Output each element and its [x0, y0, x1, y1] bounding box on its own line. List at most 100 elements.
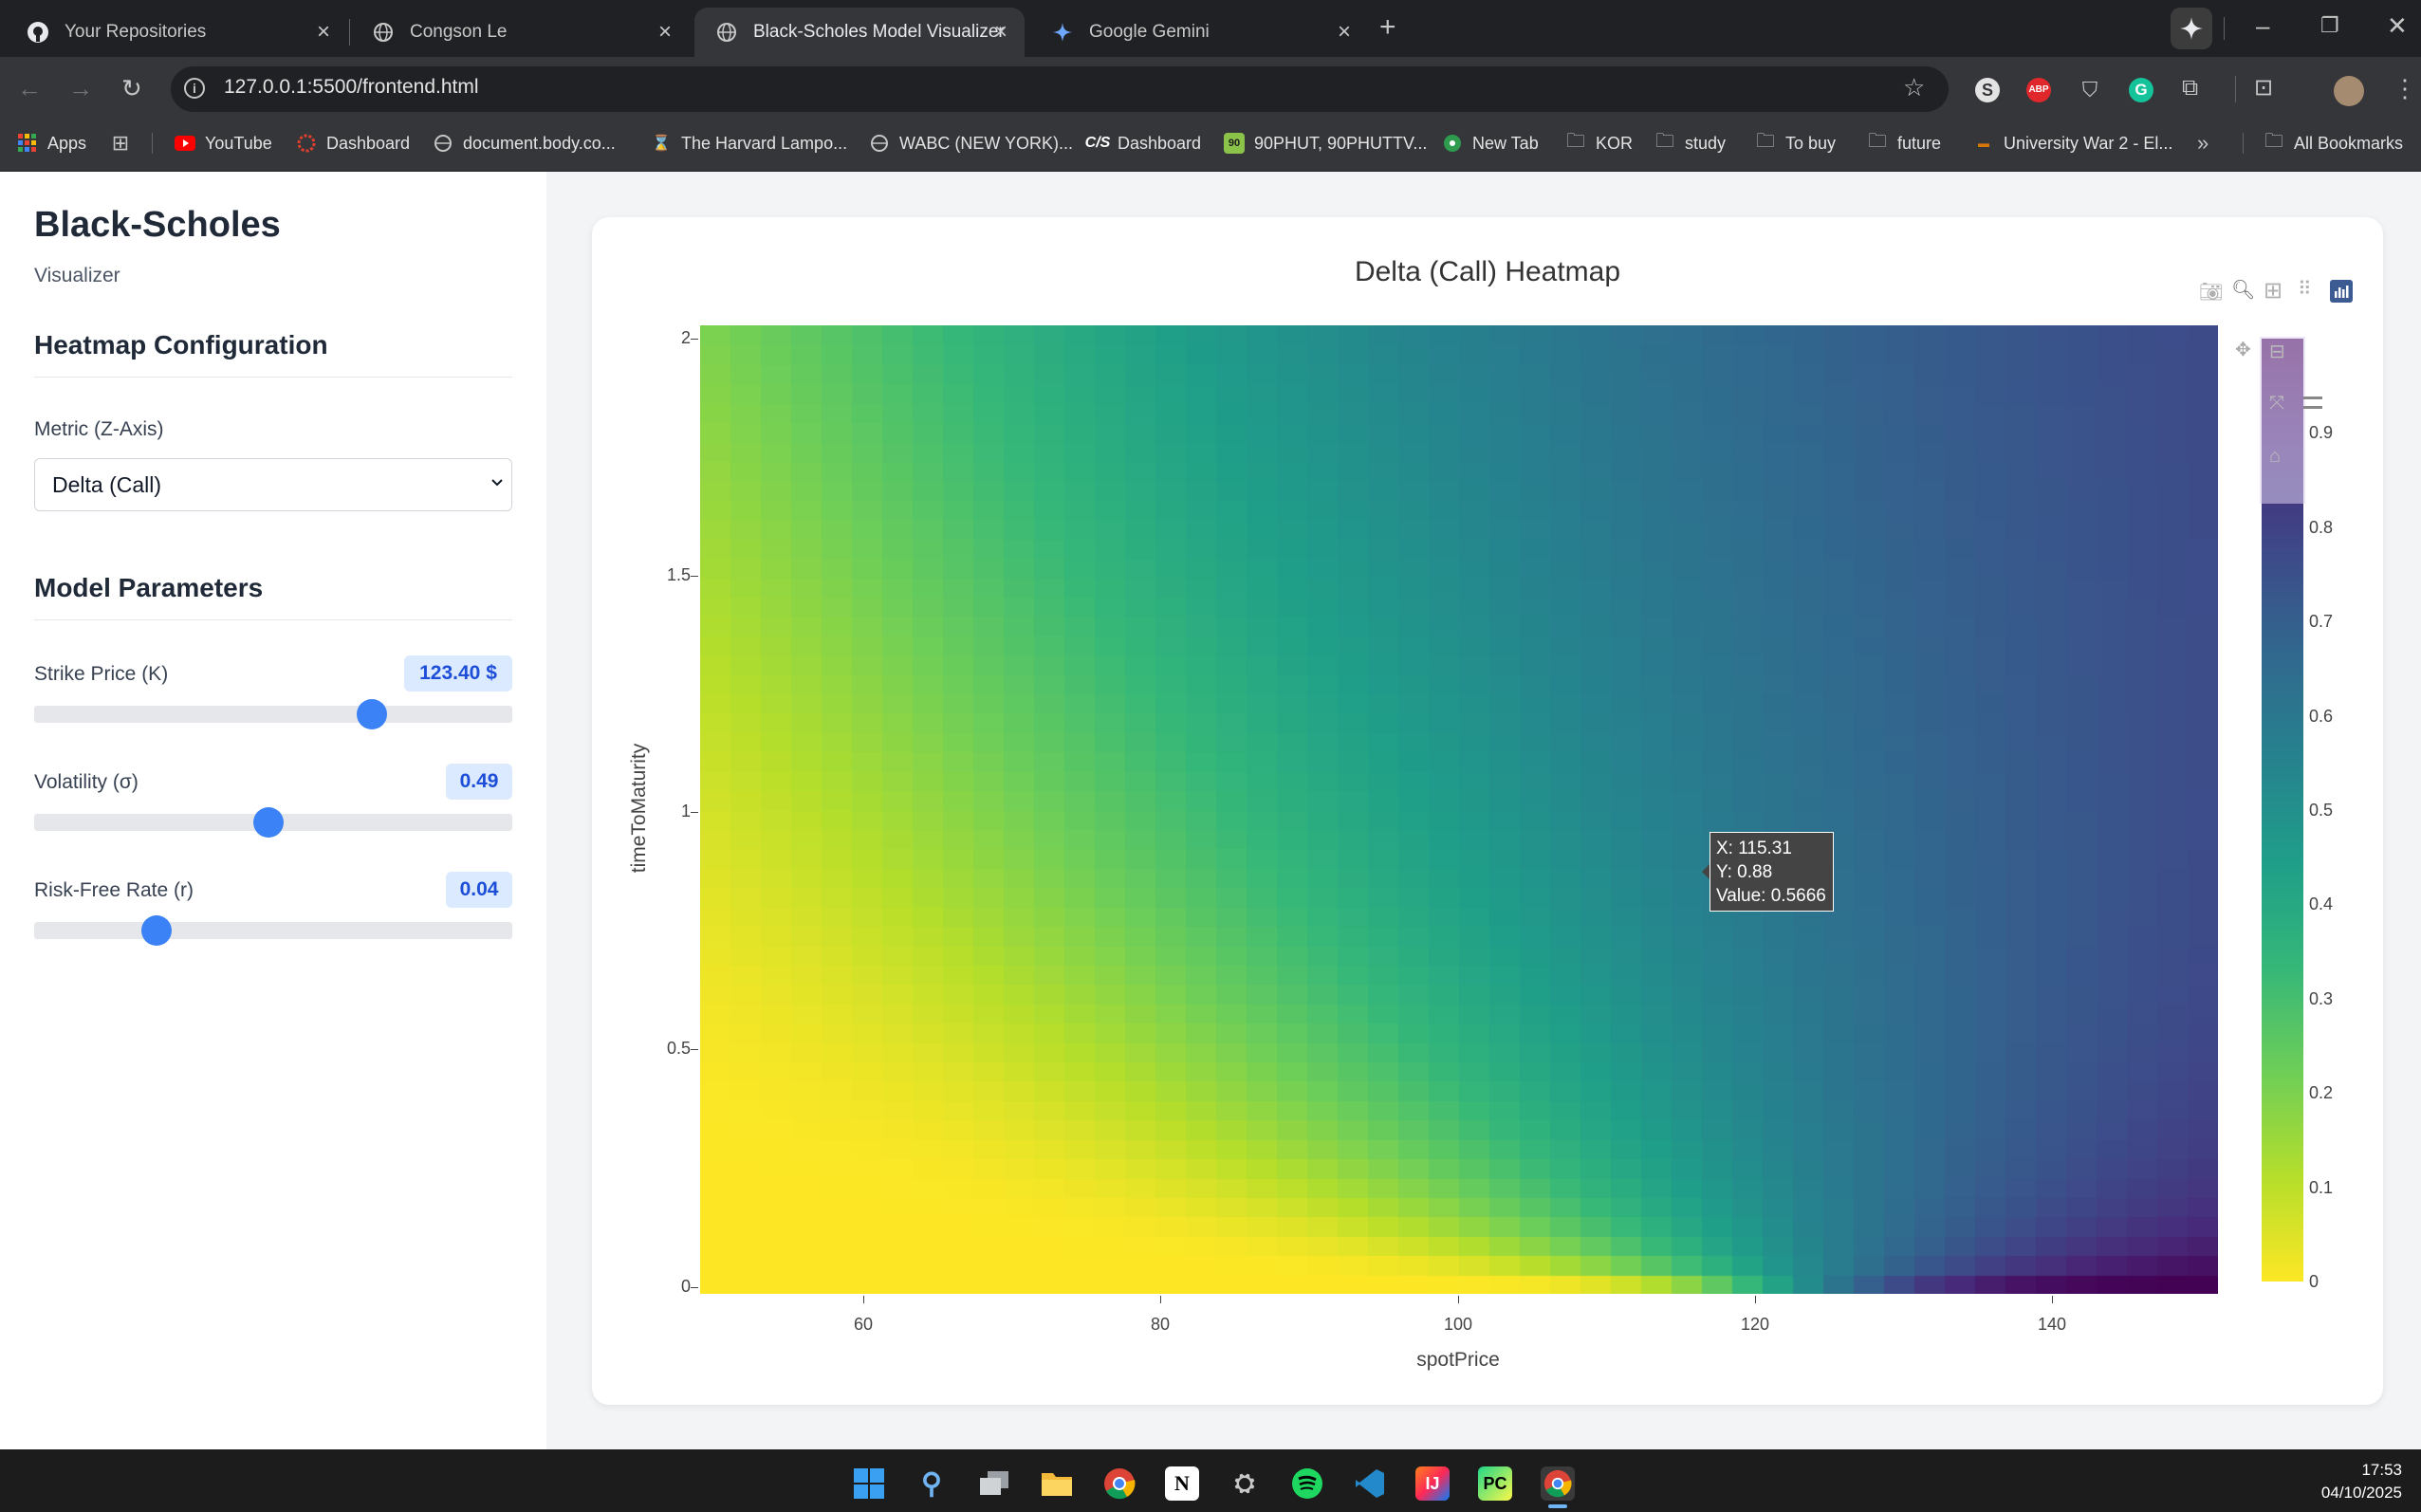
close-icon[interactable]: ×: [994, 19, 1007, 46]
globe-icon: [715, 21, 738, 44]
vscode-icon[interactable]: [1353, 1466, 1387, 1501]
bookmark-dashboard[interactable]: Dashboard: [296, 129, 410, 157]
hover-compare-icon[interactable]: [2303, 406, 2322, 409]
tab-search-icon[interactable]: ⊡: [2254, 76, 2273, 101]
tab-congson-le[interactable]: Congson Le ×: [351, 8, 689, 57]
youtube-icon: [175, 133, 195, 154]
bookmark-new-tab[interactable]: New Tab: [1442, 129, 1539, 157]
chrome-icon[interactable]: [1102, 1466, 1137, 1501]
extensions-puzzle-icon[interactable]: ⧉: [2182, 76, 2198, 101]
bookmark-folder-future[interactable]: 🗀 future: [1867, 129, 1941, 157]
site-info-icon[interactable]: i: [184, 78, 205, 99]
menu-dots-icon[interactable]: ⋮: [2393, 76, 2417, 101]
colorbar-tick: 0.3: [2309, 989, 2334, 1008]
app-icon[interactable]: ⛭: [1228, 1466, 1262, 1501]
bookmark-wabc[interactable]: WABC (NEW YORK)...: [869, 129, 1073, 157]
globe-icon: [372, 21, 395, 44]
close-icon[interactable]: ×: [317, 19, 330, 46]
colorbar-tick: 0.5: [2309, 801, 2334, 820]
extension-icon[interactable]: ⛉: [2078, 78, 2102, 102]
forward-icon[interactable]: →: [68, 76, 93, 101]
plotly-logo-icon[interactable]: [2330, 280, 2353, 303]
bookmark-label: Dashboard: [326, 133, 411, 153]
task-view-icon[interactable]: [977, 1466, 1011, 1501]
bookmark-apps[interactable]: Apps: [17, 129, 86, 157]
bookmark-document-body[interactable]: document.body.co...: [433, 129, 616, 157]
bookmark-canvas-dashboard[interactable]: C/S Dashboard: [1085, 129, 1202, 157]
grammarly-icon[interactable]: G: [2129, 78, 2153, 102]
volatility-slider[interactable]: [34, 807, 512, 838]
camera-icon[interactable]: 📷︎: [2199, 280, 2223, 304]
bookmark-90phut[interactable]: 90 90PHUT, 90PHUTTV...: [1224, 129, 1427, 157]
bookmark-folder-to-buy[interactable]: 🗀 To buy: [1755, 129, 1836, 157]
bookmark-harvard-lampoon[interactable]: ⌛ The Harvard Lampo...: [651, 129, 847, 157]
bookmark-youtube[interactable]: YouTube: [175, 129, 272, 157]
site-icon: ▬: [1978, 137, 1989, 150]
colorbar-tick: 0.7: [2309, 612, 2334, 631]
zoom-in-icon[interactable]: ⊞: [2264, 277, 2282, 304]
search-icon[interactable]: ⚲: [915, 1466, 949, 1501]
slider-thumb[interactable]: [356, 699, 387, 729]
chrome-active-icon[interactable]: [1541, 1466, 1575, 1501]
gemini-button[interactable]: [2171, 8, 2212, 49]
notion-icon[interactable]: N: [1165, 1466, 1199, 1501]
football-icon: [1442, 133, 1463, 154]
back-icon[interactable]: ←: [17, 76, 42, 101]
url-text[interactable]: 127.0.0.1:5500/frontend.html: [224, 76, 479, 99]
autoscale-icon[interactable]: ⤧: [2269, 393, 2284, 415]
strike-price-slider[interactable]: [34, 699, 512, 729]
metric-label: Metric (Z-Axis): [34, 418, 164, 440]
autoscale-icon[interactable]: ⠿: [2298, 277, 2312, 301]
metric-select[interactable]: Delta (Call): [34, 458, 512, 511]
bookmark-label: All Bookmarks: [2294, 133, 2404, 153]
zoom-icon[interactable]: 🔍︎: [2231, 278, 2255, 302]
x-tick-label: 60: [853, 1315, 874, 1334]
y-tick-label: 0: [680, 1277, 691, 1296]
spotify-icon[interactable]: [1290, 1466, 1324, 1501]
restore-icon[interactable]: ❐: [2320, 13, 2339, 38]
bookmark-star-icon[interactable]: ☆: [1903, 75, 1925, 100]
reload-icon[interactable]: ↻: [121, 76, 142, 101]
bookmark-label: To buy: [1785, 133, 1837, 153]
bookmark-folder-kor[interactable]: 🗀 KOR: [1565, 129, 1633, 157]
all-bookmarks[interactable]: 🗀 All Bookmarks: [2264, 129, 2403, 157]
minimize-icon[interactable]: –: [2256, 13, 2269, 38]
gemini-icon: [1051, 21, 1074, 44]
spike-lines-icon[interactable]: [2303, 396, 2322, 399]
tab-google-gemini[interactable]: Google Gemini ×: [1030, 8, 1368, 57]
x-tick-mark: [863, 1296, 864, 1303]
tab-black-scholes[interactable]: Black-Scholes Model Visualizer ×: [694, 8, 1025, 57]
bookmark-label: Dashboard: [1118, 133, 1202, 153]
pan-icon[interactable]: ✥: [2235, 338, 2251, 361]
intellij-icon[interactable]: IJ: [1415, 1466, 1450, 1501]
new-tab-icon[interactable]: +: [1379, 13, 1396, 42]
extension-s-icon[interactable]: S: [1975, 78, 2000, 102]
home-icon[interactable]: ⌂: [2269, 446, 2281, 468]
close-icon[interactable]: ×: [1338, 19, 1351, 46]
bookmark-label: Apps: [47, 133, 87, 153]
tab-title: Your Repositories: [65, 22, 207, 42]
pycharm-icon[interactable]: PC: [1478, 1466, 1512, 1501]
hover-value: Value: 0.5666: [1716, 886, 1826, 906]
tab-title: Black-Scholes Model Visualizer: [753, 22, 1005, 42]
bookmarks-overflow-icon[interactable]: »: [2197, 129, 2208, 157]
bookmark-university-war[interactable]: ▬ University War 2 - El...: [1973, 129, 2172, 157]
zoom-out-icon[interactable]: ⊟: [2269, 340, 2285, 363]
tab-groups-icon[interactable]: ⊞: [110, 129, 140, 157]
close-icon[interactable]: ×: [658, 19, 672, 46]
y-tick-label: 0.5: [666, 1039, 691, 1058]
heatmap-plot[interactable]: [700, 325, 2218, 1294]
tab-your-repositories[interactable]: Your Repositories ×: [6, 8, 347, 57]
adblock-icon[interactable]: ABP: [2026, 78, 2051, 102]
strike-price-value: 123.40 $: [404, 655, 512, 691]
folder-icon: 🗀: [1655, 131, 1674, 152]
profile-avatar[interactable]: [2334, 76, 2364, 106]
file-explorer-icon[interactable]: [1040, 1466, 1074, 1501]
windows-start-icon[interactable]: [852, 1466, 886, 1501]
clock-date: 04/10/2025: [2320, 1484, 2402, 1502]
bookmark-label: future: [1897, 133, 1942, 153]
risk-free-rate-slider[interactable]: [34, 915, 512, 946]
close-window-icon[interactable]: ✕: [2387, 13, 2408, 38]
bookmark-folder-study[interactable]: 🗀 study: [1654, 129, 1726, 157]
colorbar-tick: 0.9: [2309, 423, 2334, 442]
